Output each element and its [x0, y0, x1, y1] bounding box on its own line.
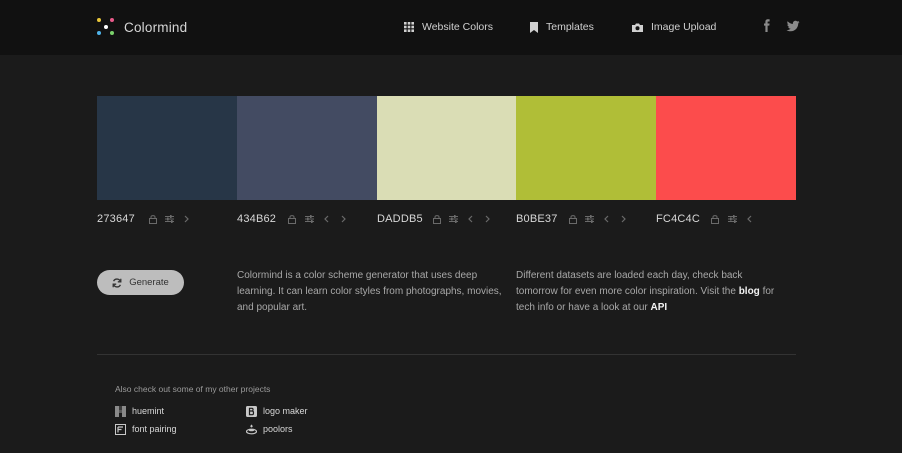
description-text: Colormind is a color scheme generator th…: [237, 270, 502, 313]
refresh-icon: [112, 277, 122, 288]
lock-icon[interactable]: [147, 213, 159, 225]
page: Colormind Website Colors Templates Image…: [0, 0, 902, 453]
lock-icon[interactable]: [431, 213, 443, 225]
nav-image-upload-label: Image Upload: [651, 21, 717, 33]
poolors-icon: [246, 424, 257, 435]
blog-link[interactable]: blog: [739, 286, 760, 297]
datasets-text: Different datasets are loaded each day, …: [516, 268, 776, 316]
facebook-icon[interactable]: [760, 19, 774, 33]
color-swatch[interactable]: [97, 96, 237, 200]
swatch-controls-5: FC4C4C: [656, 211, 755, 227]
project-label: huemint: [132, 406, 165, 416]
color-swatch[interactable]: [516, 96, 657, 200]
brand-logo[interactable]: Colormind: [96, 17, 187, 37]
project-link-font-pairing[interactable]: font pairing: [115, 423, 177, 435]
lock-icon[interactable]: [286, 213, 298, 225]
api-link[interactable]: API: [651, 302, 668, 313]
project-label: logo maker: [263, 406, 308, 416]
adjust-sliders-icon[interactable]: [164, 213, 176, 225]
hex-value[interactable]: B0BE37: [516, 213, 558, 225]
font-pairing-icon: [115, 423, 126, 435]
chevron-left-icon[interactable]: [743, 213, 755, 225]
nav-templates-label: Templates: [546, 21, 594, 33]
nav-image-upload[interactable]: Image Upload: [632, 19, 716, 35]
color-palette: [97, 96, 796, 200]
generate-button[interactable]: Generate: [97, 270, 184, 295]
project-link-huemint[interactable]: huemint: [115, 405, 164, 417]
hex-value[interactable]: FC4C4C: [656, 213, 700, 225]
color-swatch[interactable]: [376, 96, 517, 200]
hex-value[interactable]: 434B62: [237, 213, 276, 225]
adjust-sliders-icon[interactable]: [726, 213, 738, 225]
datasets-text-part-1: Different datasets are loaded each day, …: [516, 270, 743, 297]
swatch-controls-2: 434B62: [237, 211, 349, 227]
brand-name: Colormind: [124, 19, 188, 35]
chevron-left-icon[interactable]: [465, 213, 477, 225]
nav-website-colors-label: Website Colors: [422, 21, 493, 33]
nav-templates[interactable]: Templates: [530, 19, 594, 35]
top-navbar: Colormind Website Colors Templates Image…: [0, 0, 902, 55]
adjust-sliders-icon[interactable]: [303, 213, 315, 225]
chevron-left-icon[interactable]: [320, 213, 332, 225]
adjust-sliders-icon[interactable]: [584, 213, 596, 225]
chevron-right-icon[interactable]: [181, 213, 193, 225]
nav-website-colors[interactable]: Website Colors: [404, 19, 493, 35]
project-link-logo-maker[interactable]: logo maker: [246, 405, 308, 417]
lock-icon[interactable]: [709, 213, 721, 225]
color-swatch[interactable]: [236, 96, 377, 200]
section-divider: [97, 354, 796, 355]
swatch-controls-1: 273647: [97, 211, 193, 227]
grid-icon: [404, 22, 414, 32]
lock-icon[interactable]: [567, 213, 579, 225]
huemint-icon: [115, 405, 126, 417]
swatch-controls-4: B0BE37: [516, 211, 630, 227]
hex-value[interactable]: DADDB5: [377, 213, 423, 225]
other-projects-heading: Also check out some of my other projects: [115, 384, 271, 394]
camera-icon: [632, 23, 643, 32]
colormind-logo-icon: [96, 17, 116, 37]
hex-value[interactable]: 273647: [97, 213, 135, 225]
logo-maker-icon: [246, 405, 257, 417]
bookmark-icon: [530, 21, 538, 33]
chevron-left-icon[interactable]: [601, 213, 613, 225]
color-swatch[interactable]: [656, 96, 796, 200]
chevron-right-icon[interactable]: [337, 213, 349, 225]
swatch-controls-3: DADDB5: [377, 211, 494, 227]
adjust-sliders-icon[interactable]: [448, 213, 460, 225]
twitter-icon[interactable]: [786, 19, 800, 33]
chevron-right-icon[interactable]: [618, 213, 630, 225]
chevron-right-icon[interactable]: [482, 213, 494, 225]
project-label: poolors: [263, 424, 293, 434]
project-link-poolors[interactable]: poolors: [246, 423, 293, 435]
generate-button-label: Generate: [129, 277, 169, 288]
project-label: font pairing: [132, 424, 177, 434]
